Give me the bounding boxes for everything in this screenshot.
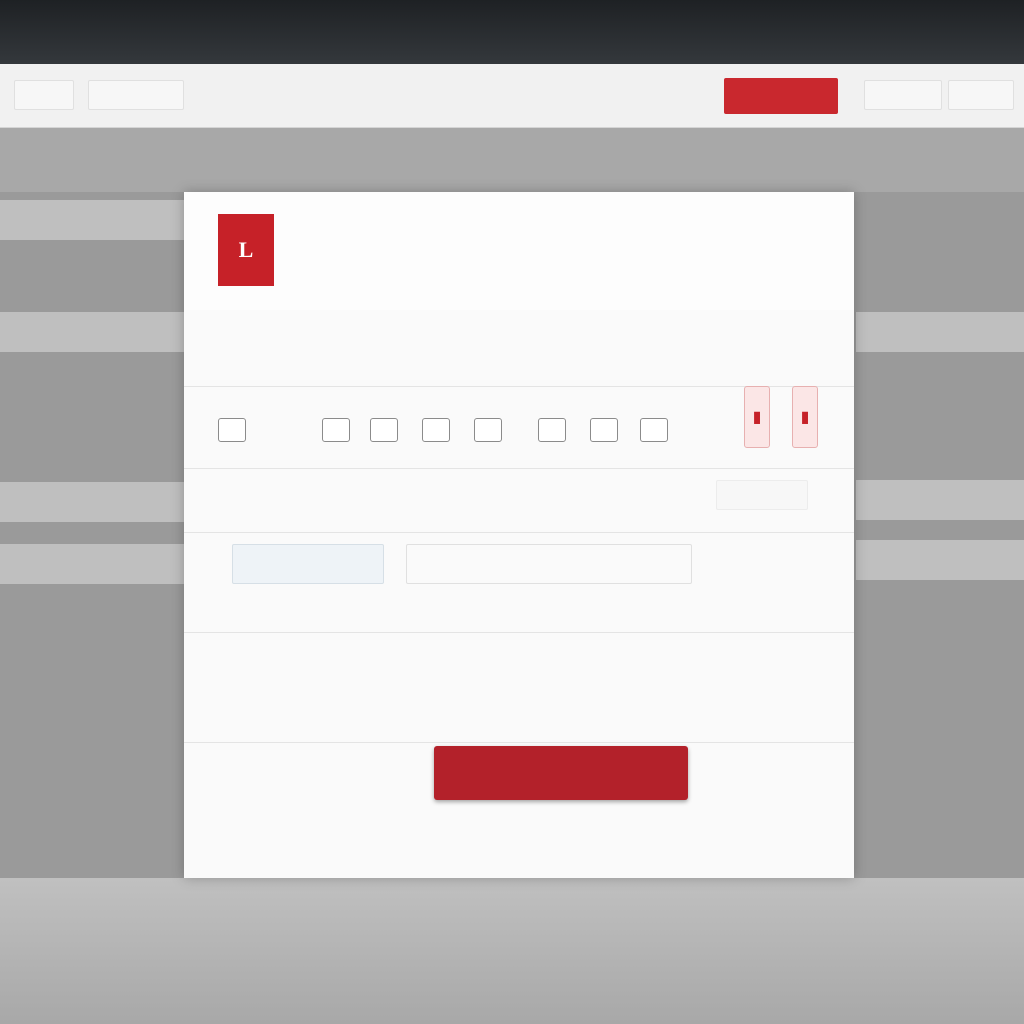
modal-header: L bbox=[184, 192, 854, 310]
divider bbox=[184, 632, 854, 633]
code-input-box-8[interactable] bbox=[640, 418, 668, 442]
info-row bbox=[212, 320, 826, 380]
code-input-box-2[interactable] bbox=[322, 418, 350, 442]
code-input-box-4[interactable] bbox=[422, 418, 450, 442]
side-item-left-2 bbox=[0, 312, 184, 352]
card-icon-tile-1[interactable]: ▮ bbox=[744, 386, 770, 448]
nav-item-4[interactable] bbox=[300, 80, 360, 110]
optional-field[interactable] bbox=[716, 480, 808, 510]
code-input-box-7[interactable] bbox=[590, 418, 618, 442]
code-input-box-1[interactable] bbox=[218, 418, 246, 442]
nav-item-1[interactable] bbox=[14, 80, 74, 110]
code-input-box-3[interactable] bbox=[370, 418, 398, 442]
nav-primary-button[interactable] bbox=[724, 78, 838, 114]
card-icon: ▮ bbox=[800, 409, 810, 426]
long-input[interactable] bbox=[406, 544, 692, 584]
short-input[interactable] bbox=[232, 544, 384, 584]
side-item-left-1 bbox=[0, 200, 184, 240]
navigation-bar bbox=[0, 64, 1024, 128]
order-summary bbox=[414, 652, 714, 722]
side-item-right-3 bbox=[856, 540, 1024, 580]
card-icon-tile-2[interactable]: ▮ bbox=[792, 386, 818, 448]
window-top-bar bbox=[0, 0, 1024, 64]
code-input-row bbox=[212, 414, 682, 448]
side-item-left-3 bbox=[0, 482, 184, 522]
code-input-box-6[interactable] bbox=[538, 418, 566, 442]
side-item-right-1 bbox=[856, 312, 1024, 352]
submit-button[interactable] bbox=[434, 746, 688, 800]
page-footer-band bbox=[0, 878, 1024, 1024]
card-icon: ▮ bbox=[752, 409, 762, 426]
modal-dialog: L ▮ ▮ bbox=[184, 192, 854, 878]
nav-item-3[interactable] bbox=[200, 80, 280, 110]
backdrop-band bbox=[0, 128, 1024, 192]
inputs-row bbox=[232, 544, 692, 586]
nav-right-item-2[interactable] bbox=[948, 80, 1014, 110]
divider bbox=[184, 468, 854, 469]
side-item-left-4 bbox=[0, 544, 184, 584]
nav-right-item-1[interactable] bbox=[864, 80, 942, 110]
code-input-box-5[interactable] bbox=[474, 418, 502, 442]
nav-item-2[interactable] bbox=[88, 80, 184, 110]
nav-item-5[interactable] bbox=[370, 80, 630, 110]
side-item-right-2 bbox=[856, 480, 1024, 520]
brand-logo: L bbox=[218, 214, 274, 286]
divider bbox=[184, 532, 854, 533]
divider bbox=[184, 742, 854, 743]
